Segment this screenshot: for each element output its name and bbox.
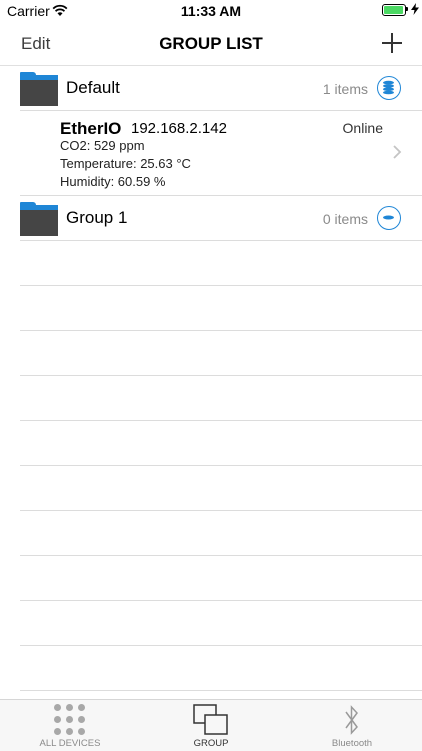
tab-all-devices[interactable]: ALL DEVICES <box>0 700 140 751</box>
battery-cap <box>406 7 408 11</box>
device-ip: 192.168.2.142 <box>131 120 227 137</box>
tab-bluetooth[interactable]: Bluetooth <box>282 700 422 751</box>
folder-icon <box>20 72 58 106</box>
page-title: GROUP LIST <box>159 34 263 53</box>
group-item-count: 1 items <box>322 81 368 97</box>
tab-label: GROUP <box>193 738 229 749</box>
empty-row-divider <box>20 690 422 691</box>
empty-row-divider <box>20 420 422 421</box>
database-full-icon[interactable] <box>377 76 401 100</box>
empty-row-divider <box>20 510 422 511</box>
group-name: Group 1 <box>66 208 128 227</box>
empty-row-divider <box>20 600 422 601</box>
device-row[interactable]: EtherIO 192.168.2.142 Online CO2: 529 pp… <box>0 111 422 195</box>
device-status: Online <box>342 120 383 136</box>
bluetooth-icon <box>345 705 358 735</box>
group-icon <box>193 704 228 735</box>
empty-row-divider <box>20 555 422 556</box>
empty-row-divider <box>20 465 422 466</box>
co2-reading: CO2: 529 ppm <box>60 138 145 153</box>
empty-row-divider <box>20 645 422 646</box>
group-name: Default <box>66 78 120 97</box>
empty-row-divider <box>20 375 422 376</box>
chevron-right-icon <box>393 145 402 159</box>
row-divider <box>20 240 422 241</box>
status-bar: Carrier 11:33 AM <box>0 0 422 22</box>
navigation-bar: Edit GROUP LIST <box>0 22 422 66</box>
device-name: EtherIO <box>60 119 122 138</box>
battery-icon <box>382 4 406 16</box>
humidity-reading: Humidity: 60.59 % <box>60 174 166 189</box>
temperature-reading: Temperature: 25.63 °C <box>60 156 191 171</box>
empty-row-divider <box>20 330 422 331</box>
group-item-count: 0 items <box>322 211 368 227</box>
group-row-group-1[interactable]: Group 1 0 items <box>0 196 422 240</box>
database-empty-icon[interactable] <box>377 206 401 230</box>
tab-label: Bluetooth <box>331 738 373 749</box>
grid-icon <box>54 704 86 736</box>
charging-bolt-icon <box>411 3 419 15</box>
folder-icon <box>20 202 58 236</box>
group-row-default[interactable]: Default 1 items <box>0 66 422 110</box>
add-icon[interactable] <box>381 32 403 54</box>
clock: 11:33 AM <box>180 3 242 19</box>
tab-bar: ALL DEVICES GROUP Bluetooth <box>0 699 422 751</box>
tab-label: ALL DEVICES <box>39 738 101 749</box>
tab-group[interactable]: GROUP <box>141 700 281 751</box>
empty-row-divider <box>20 285 422 286</box>
